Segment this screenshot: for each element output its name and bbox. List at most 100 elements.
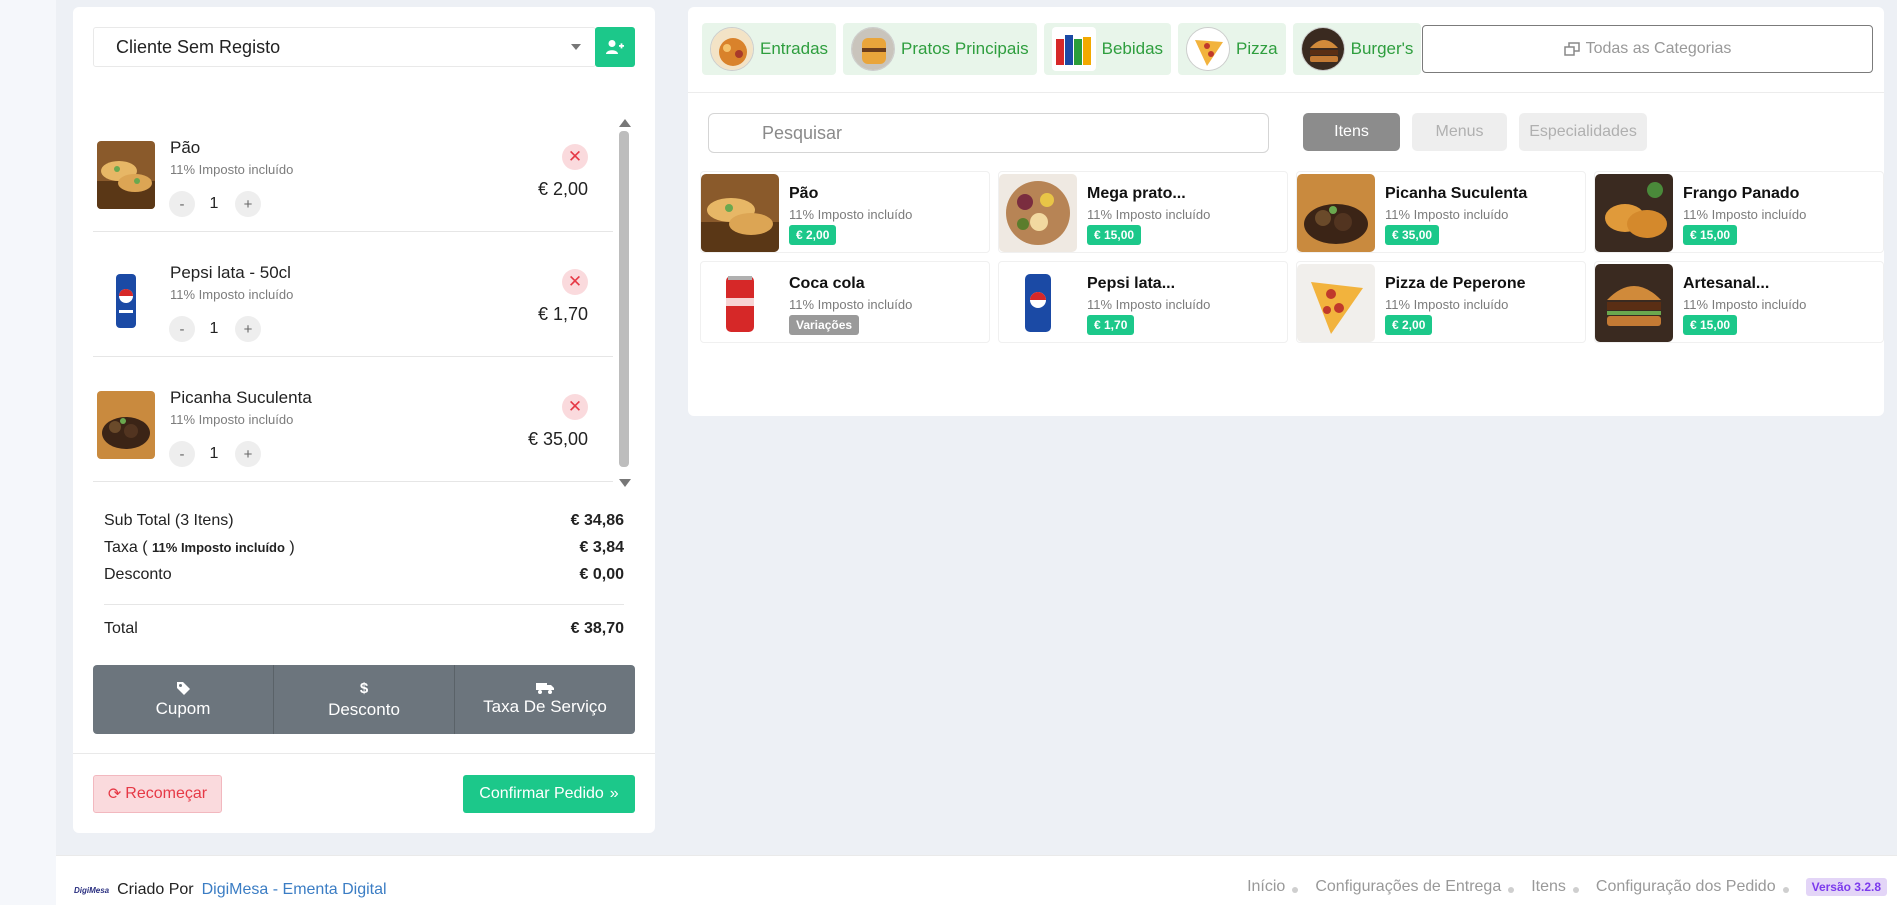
product-card[interactable]: Picanha Suculenta 11% Imposto incluído €… xyxy=(1296,171,1586,253)
product-price-badge: € 1,70 xyxy=(1087,315,1135,335)
tab-itens[interactable]: Itens xyxy=(1303,113,1400,151)
product-card[interactable]: Coca cola 11% Imposto incluído Variações xyxy=(700,261,990,343)
product-name: Pão xyxy=(789,185,819,202)
tax-note: 11% Imposto incluído xyxy=(152,539,285,555)
page-footer: DigiMesa Criado Por DigiMesa - Ementa Di… xyxy=(56,855,1897,905)
footer-link-inicio[interactable]: Início xyxy=(1247,878,1285,896)
tab-menus[interactable]: Menus xyxy=(1412,113,1507,151)
qty-value: 1 xyxy=(209,445,219,462)
product-variations-badge: Variações xyxy=(789,315,860,335)
confirm-order-label: Confirmar Pedido xyxy=(479,785,604,802)
user-plus-icon xyxy=(606,40,624,54)
confirm-order-button[interactable]: Confirmar Pedido » xyxy=(463,775,635,813)
search-input[interactable] xyxy=(708,113,1269,153)
footer-credit: DigiMesa Criado Por DigiMesa - Ementa Di… xyxy=(74,881,387,899)
category-image xyxy=(851,27,896,71)
subtotal-value: € 34,86 xyxy=(570,511,624,529)
category-burgers[interactable]: Burger's xyxy=(1292,23,1422,75)
close-icon: ✕ xyxy=(567,272,583,291)
product-card[interactable]: Pepsi lata... 11% Imposto incluído € 1,7… xyxy=(998,261,1288,343)
category-image xyxy=(1186,27,1231,71)
total-value: € 38,70 xyxy=(570,619,624,637)
category-label: Pizza xyxy=(1236,39,1278,58)
product-image xyxy=(999,264,1077,342)
brand-link[interactable]: DigiMesa - Ementa Digital xyxy=(202,881,387,899)
truck-icon xyxy=(536,683,554,694)
qty-plus-button[interactable]: + xyxy=(235,316,261,342)
add-customer-button[interactable] xyxy=(595,27,635,67)
windows-icon xyxy=(1563,42,1580,56)
product-price-badge: € 15,00 xyxy=(1683,315,1738,335)
category-entradas[interactable]: Entradas xyxy=(702,23,837,75)
created-by-text: Criado Por xyxy=(117,881,194,898)
category-label: Bebidas xyxy=(1101,39,1164,58)
all-categories-button[interactable]: Todas as Categorias xyxy=(1422,25,1873,73)
dot-separator xyxy=(1508,887,1515,893)
qty-plus-button[interactable]: + xyxy=(235,191,261,217)
discount-button[interactable]: $ Desconto xyxy=(274,665,455,734)
qty-plus-button[interactable]: + xyxy=(235,441,261,467)
brand-logo: DigiMesa xyxy=(74,885,110,895)
product-card[interactable]: Pão 11% Imposto incluído € 2,00 xyxy=(700,171,990,253)
product-name: Coca cola xyxy=(789,275,865,292)
cart-item: Pão 11% Imposto incluído - 1 + ✕ € 2,00 xyxy=(93,107,613,232)
category-label: Burger's xyxy=(1350,39,1414,58)
item-type-tabs: Itens Menus Especialidades xyxy=(1303,113,1647,151)
qty-value: 1 xyxy=(209,320,219,337)
customer-select[interactable]: Cliente Sem Registo xyxy=(93,27,596,67)
category-pratos-principais[interactable]: Pratos Principais xyxy=(843,23,1037,75)
footer-link-configuracoes-entrega[interactable]: Configurações de Entrega xyxy=(1315,878,1501,896)
product-price-badge: € 15,00 xyxy=(1683,225,1738,245)
footer-link-itens[interactable]: Itens xyxy=(1531,878,1566,896)
refresh-icon: ⟳ xyxy=(107,786,122,803)
cart-item-image-pepsi xyxy=(97,266,155,334)
product-tax: 11% Imposto incluído xyxy=(1385,297,1509,312)
category-image xyxy=(1051,27,1096,71)
coupon-button[interactable]: Cupom xyxy=(93,665,274,734)
coupon-label: Cupom xyxy=(155,698,211,718)
dollar-icon: $ xyxy=(359,679,369,697)
close-icon: ✕ xyxy=(567,397,583,416)
footer-link-configuracao-pedido[interactable]: Configuração dos Pedido xyxy=(1596,878,1776,896)
cart-item-price: € 35,00 xyxy=(527,429,588,449)
tax-value: € 3,84 xyxy=(579,538,624,556)
qty-minus-button[interactable]: - xyxy=(169,441,195,467)
cart-item-price: € 2,00 xyxy=(537,179,588,199)
footer-nav: Início Configurações de Entrega Itens Co… xyxy=(1247,878,1887,896)
tag-icon xyxy=(176,681,190,695)
discount-button-label: Desconto xyxy=(328,699,400,719)
customer-select-value: Cliente Sem Registo xyxy=(116,36,281,57)
category-pizza[interactable]: Pizza xyxy=(1178,23,1286,75)
product-card[interactable]: Artesanal... 11% Imposto incluído € 15,0… xyxy=(1594,261,1884,343)
scroll-up-arrow[interactable] xyxy=(619,119,631,127)
product-image xyxy=(1595,264,1673,342)
product-image xyxy=(701,264,779,342)
product-name: Pizza de Peperone xyxy=(1385,275,1526,292)
divider xyxy=(73,753,655,754)
product-tax: 11% Imposto incluído xyxy=(1385,207,1509,222)
qty-minus-button[interactable]: - xyxy=(169,316,195,342)
product-card[interactable]: Mega prato... 11% Imposto incluído € 15,… xyxy=(998,171,1288,253)
tab-especialidades[interactable]: Especialidades xyxy=(1519,113,1647,151)
cart-item-image-picanha xyxy=(97,391,155,459)
scroll-down-arrow[interactable] xyxy=(619,479,631,487)
service-fee-button[interactable]: Taxa De Serviço xyxy=(455,665,635,734)
version-badge: Versão 3.2.8 xyxy=(1805,878,1887,896)
remove-item-button[interactable]: ✕ xyxy=(562,394,588,420)
restart-button[interactable]: ⟳ Recomeçar xyxy=(93,775,222,813)
product-card[interactable]: Frango Panado 11% Imposto incluído € 15,… xyxy=(1594,171,1884,253)
product-price-badge: € 2,00 xyxy=(789,225,837,245)
qty-minus-button[interactable]: - xyxy=(169,191,195,217)
product-card[interactable]: Pizza de Peperone 11% Imposto incluído €… xyxy=(1296,261,1586,343)
product-name: Frango Panado xyxy=(1683,185,1800,202)
category-bebidas[interactable]: Bebidas xyxy=(1043,23,1172,75)
cart-scrollbar[interactable] xyxy=(619,131,629,467)
cart-items-list[interactable]: Pão 11% Imposto incluído - 1 + ✕ € 2,00 … xyxy=(93,107,613,487)
remove-item-button[interactable]: ✕ xyxy=(562,144,588,170)
dot-separator xyxy=(1292,887,1299,893)
subtotal-label: Sub Total (3 Itens) xyxy=(104,511,234,529)
dot-separator xyxy=(1572,887,1579,893)
remove-item-button[interactable]: ✕ xyxy=(562,269,588,295)
category-label: Pratos Principais xyxy=(901,39,1029,58)
category-bar: Entradas Pratos Principais Bebidas Pizza… xyxy=(702,23,1422,75)
